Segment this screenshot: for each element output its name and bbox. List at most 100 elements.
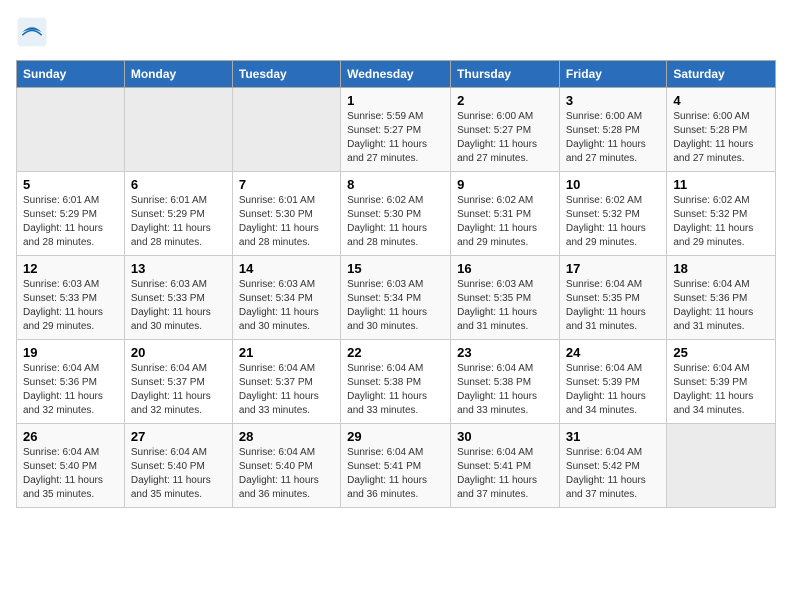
day-detail: Sunrise: 6:01 AM Sunset: 5:29 PM Dayligh… [23,194,118,250]
day-detail: Sunrise: 6:04 AM Sunset: 5:39 PM Dayligh… [673,362,769,418]
day-number: 25 [673,345,769,360]
day-cell: 7 Sunrise: 6:01 AM Sunset: 5:30 PM Daylig… [232,172,340,256]
header-cell-thursday: Thursday [451,61,560,88]
day-detail: Sunrise: 6:00 AM Sunset: 5:28 PM Dayligh… [566,110,660,166]
day-number: 17 [566,261,660,276]
day-cell: 29 Sunrise: 6:04 AM Sunset: 5:41 PM Dayli… [341,424,451,508]
day-cell: 23 Sunrise: 6:04 AM Sunset: 5:38 PM Dayli… [451,340,560,424]
day-cell: 6Sunrise: 6:01 AM Sunset: 5:29 PM Daylig… [124,172,232,256]
day-number: 20 [131,345,226,360]
day-detail: Sunrise: 6:03 AM Sunset: 5:35 PM Dayligh… [457,278,553,334]
calendar-header: SundayMondayTuesdayWednesdayThursdayFrid… [17,61,776,88]
calendar-table: SundayMondayTuesdayWednesdayThursdayFrid… [16,60,776,508]
day-number: 31 [566,429,660,444]
day-cell: 3 Sunrise: 6:00 AM Sunset: 5:28 PM Daylig… [559,88,666,172]
day-cell: 31 Sunrise: 6:04 AM Sunset: 5:42 PM Dayli… [559,424,666,508]
header-cell-wednesday: Wednesday [341,61,451,88]
day-cell: 25 Sunrise: 6:04 AM Sunset: 5:39 PM Dayli… [667,340,776,424]
day-detail: Sunrise: 6:04 AM Sunset: 5:38 PM Dayligh… [457,362,553,418]
day-cell: 13Sunrise: 6:03 AM Sunset: 5:33 PM Dayli… [124,256,232,340]
logo [16,16,52,48]
day-cell: 21 Sunrise: 6:04 AM Sunset: 5:37 PM Dayli… [232,340,340,424]
day-number: 30 [457,429,553,444]
day-number: 29 [347,429,444,444]
day-cell: 8 Sunrise: 6:02 AM Sunset: 5:30 PM Daylig… [341,172,451,256]
day-number: 7 [239,177,334,192]
day-cell: 18 Sunrise: 6:04 AM Sunset: 5:36 PM Dayli… [667,256,776,340]
day-detail: Sunrise: 6:04 AM Sunset: 5:41 PM Dayligh… [457,446,553,502]
week-row-1: 1 Sunrise: 5:59 AM Sunset: 5:27 PM Daylig… [17,88,776,172]
week-row-4: 19 Sunrise: 6:04 AM Sunset: 5:36 PM Dayli… [17,340,776,424]
day-detail: Sunrise: 6:04 AM Sunset: 5:40 PM Dayligh… [23,446,118,502]
header-cell-tuesday: Tuesday [232,61,340,88]
day-number: 10 [566,177,660,192]
day-number: 21 [239,345,334,360]
day-detail: Sunrise: 6:00 AM Sunset: 5:28 PM Dayligh… [673,110,769,166]
day-number: 1 [347,93,444,108]
day-cell: 12 Sunrise: 6:03 AM Sunset: 5:33 PM Dayli… [17,256,125,340]
day-number: 2 [457,93,553,108]
day-cell [232,88,340,172]
day-detail: Sunrise: 6:04 AM Sunset: 5:40 PM Dayligh… [131,446,226,502]
day-cell: 11 Sunrise: 6:02 AM Sunset: 5:32 PM Dayli… [667,172,776,256]
day-detail: Sunrise: 6:01 AM Sunset: 5:30 PM Dayligh… [239,194,334,250]
day-detail: Sunrise: 6:02 AM Sunset: 5:32 PM Dayligh… [566,194,660,250]
day-cell: 16 Sunrise: 6:03 AM Sunset: 5:35 PM Dayli… [451,256,560,340]
day-detail: Sunrise: 6:03 AM Sunset: 5:33 PM Dayligh… [23,278,118,334]
day-number: 9 [457,177,553,192]
day-cell: 10 Sunrise: 6:02 AM Sunset: 5:32 PM Dayli… [559,172,666,256]
day-detail: Sunrise: 6:04 AM Sunset: 5:38 PM Dayligh… [347,362,444,418]
day-detail: Sunrise: 6:02 AM Sunset: 5:30 PM Dayligh… [347,194,444,250]
day-number: 19 [23,345,118,360]
day-detail: Sunrise: 6:04 AM Sunset: 5:36 PM Dayligh… [673,278,769,334]
day-number: 27 [131,429,226,444]
day-number: 16 [457,261,553,276]
day-number: 15 [347,261,444,276]
day-detail: Sunrise: 6:04 AM Sunset: 5:36 PM Dayligh… [23,362,118,418]
day-number: 28 [239,429,334,444]
day-detail: Sunrise: 6:01 AM Sunset: 5:29 PM Dayligh… [131,194,226,250]
day-number: 23 [457,345,553,360]
day-cell: 14Sunrise: 6:03 AM Sunset: 5:34 PM Dayli… [232,256,340,340]
day-detail: Sunrise: 6:04 AM Sunset: 5:39 PM Dayligh… [566,362,660,418]
day-detail: Sunrise: 6:03 AM Sunset: 5:34 PM Dayligh… [347,278,444,334]
week-row-3: 12 Sunrise: 6:03 AM Sunset: 5:33 PM Dayli… [17,256,776,340]
day-detail: Sunrise: 6:04 AM Sunset: 5:37 PM Dayligh… [239,362,334,418]
day-number: 11 [673,177,769,192]
day-number: 4 [673,93,769,108]
day-cell: 19 Sunrise: 6:04 AM Sunset: 5:36 PM Dayli… [17,340,125,424]
day-cell: 30 Sunrise: 6:04 AM Sunset: 5:41 PM Dayli… [451,424,560,508]
day-number: 12 [23,261,118,276]
day-detail: Sunrise: 6:04 AM Sunset: 5:41 PM Dayligh… [347,446,444,502]
day-detail: Sunrise: 6:04 AM Sunset: 5:40 PM Dayligh… [239,446,334,502]
day-cell: 4 Sunrise: 6:00 AM Sunset: 5:28 PM Daylig… [667,88,776,172]
day-detail: Sunrise: 6:00 AM Sunset: 5:27 PM Dayligh… [457,110,553,166]
day-cell: 1 Sunrise: 5:59 AM Sunset: 5:27 PM Daylig… [341,88,451,172]
day-cell: 17Sunrise: 6:04 AM Sunset: 5:35 PM Dayli… [559,256,666,340]
day-number: 8 [347,177,444,192]
day-cell: 20 Sunrise: 6:04 AM Sunset: 5:37 PM Dayli… [124,340,232,424]
day-detail: Sunrise: 6:02 AM Sunset: 5:31 PM Dayligh… [457,194,553,250]
header-cell-monday: Monday [124,61,232,88]
day-cell: 27 Sunrise: 6:04 AM Sunset: 5:40 PM Dayli… [124,424,232,508]
calendar-body: 1 Sunrise: 5:59 AM Sunset: 5:27 PM Daylig… [17,88,776,508]
day-cell: 22 Sunrise: 6:04 AM Sunset: 5:38 PM Dayli… [341,340,451,424]
day-cell: 2 Sunrise: 6:00 AM Sunset: 5:27 PM Daylig… [451,88,560,172]
day-cell: 9 Sunrise: 6:02 AM Sunset: 5:31 PM Daylig… [451,172,560,256]
day-detail: Sunrise: 6:03 AM Sunset: 5:34 PM Dayligh… [239,278,334,334]
day-cell: 28 Sunrise: 6:04 AM Sunset: 5:40 PM Dayli… [232,424,340,508]
header-cell-friday: Friday [559,61,666,88]
day-cell: 5Sunrise: 6:01 AM Sunset: 5:29 PM Daylig… [17,172,125,256]
day-detail: Sunrise: 6:02 AM Sunset: 5:32 PM Dayligh… [673,194,769,250]
week-row-5: 26Sunrise: 6:04 AM Sunset: 5:40 PM Dayli… [17,424,776,508]
header-cell-saturday: Saturday [667,61,776,88]
day-number: 22 [347,345,444,360]
day-detail: Sunrise: 5:59 AM Sunset: 5:27 PM Dayligh… [347,110,444,166]
day-cell: 15 Sunrise: 6:03 AM Sunset: 5:34 PM Dayli… [341,256,451,340]
day-detail: Sunrise: 6:04 AM Sunset: 5:42 PM Dayligh… [566,446,660,502]
day-number: 3 [566,93,660,108]
day-cell [667,424,776,508]
day-number: 18 [673,261,769,276]
page-header [16,16,776,48]
day-detail: Sunrise: 6:04 AM Sunset: 5:37 PM Dayligh… [131,362,226,418]
